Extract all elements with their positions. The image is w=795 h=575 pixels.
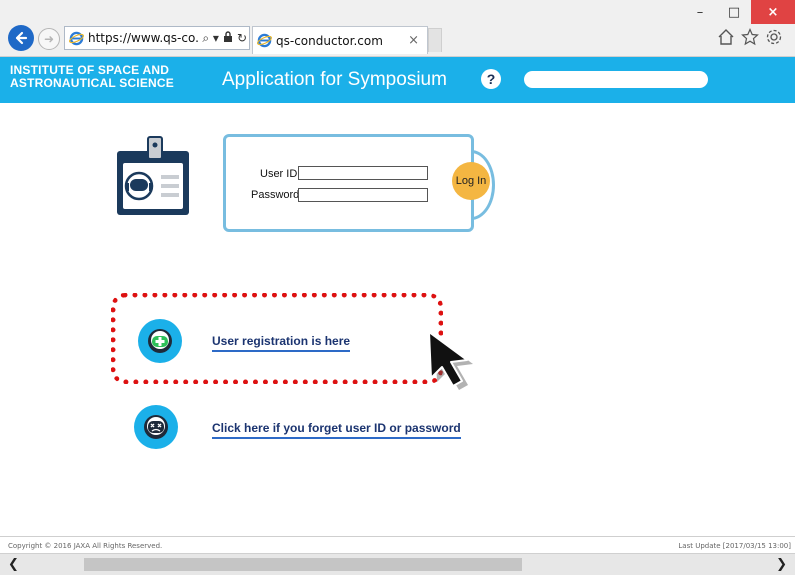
institute-name: INSTITUTE OF SPACE AND ASTRONAUTICAL SCI… bbox=[10, 64, 174, 90]
address-bar[interactable]: https://www.qs-co... ⌕ ▾ ↻ bbox=[64, 26, 250, 50]
address-url[interactable]: https://www.qs-co... bbox=[88, 31, 200, 45]
ie-icon bbox=[257, 33, 272, 48]
password-field[interactable] bbox=[298, 188, 428, 202]
maximize-button[interactable]: □ bbox=[717, 0, 751, 24]
scroll-left-icon[interactable]: ❮ bbox=[8, 557, 19, 572]
scroll-right-icon[interactable]: ❯ bbox=[776, 557, 787, 572]
arrow-right-icon: ➜ bbox=[43, 32, 55, 46]
tab-close-icon[interactable]: × bbox=[408, 33, 419, 48]
browser-toolbar-icons bbox=[717, 28, 783, 46]
lock-icon bbox=[223, 31, 233, 45]
cursor-arrow-icon bbox=[428, 331, 473, 390]
scrollbar-thumb[interactable] bbox=[84, 558, 522, 571]
window-controls: – □ × bbox=[683, 0, 795, 26]
new-tab-button[interactable] bbox=[428, 28, 442, 52]
id-badge-icon bbox=[117, 136, 189, 215]
astronaut-add-icon bbox=[138, 319, 182, 363]
password-label: Password bbox=[251, 189, 300, 201]
star-icon[interactable] bbox=[741, 28, 759, 46]
arrow-left-icon bbox=[15, 31, 28, 45]
institute-line-2: ASTRONAUTICAL SCIENCE bbox=[10, 76, 174, 90]
site-header: INSTITUTE OF SPACE AND ASTRONAUTICAL SCI… bbox=[0, 57, 795, 103]
copyright-text: Copyright © 2016 JAXA All Rights Reserve… bbox=[8, 542, 163, 550]
gear-icon[interactable] bbox=[765, 28, 783, 46]
minimize-button[interactable]: – bbox=[683, 0, 717, 24]
login-button[interactable]: Log In bbox=[452, 162, 490, 200]
close-window-button[interactable]: × bbox=[751, 0, 795, 24]
back-button[interactable] bbox=[8, 25, 34, 51]
browser-chrome: – □ × ➜ https://www.qs-co... ⌕ ▾ ↻ qs-co… bbox=[0, 0, 795, 57]
last-update-text: Last Update [2017/03/15 13:00] bbox=[678, 542, 791, 550]
browser-tab[interactable]: qs-conductor.com × bbox=[252, 26, 428, 54]
user-registration-link[interactable]: User registration is here bbox=[212, 334, 351, 352]
user-id-field[interactable] bbox=[298, 166, 428, 180]
login-card bbox=[223, 134, 474, 232]
refresh-icon[interactable]: ↻ bbox=[237, 31, 247, 45]
forward-button[interactable]: ➜ bbox=[38, 28, 60, 50]
header-search-input[interactable] bbox=[524, 71, 708, 88]
astronaut-sad-icon bbox=[134, 405, 178, 449]
horizontal-scrollbar[interactable]: ❮ ❯ bbox=[0, 553, 795, 575]
user-id-label: User ID bbox=[260, 168, 298, 180]
help-icon[interactable]: ? bbox=[481, 69, 501, 89]
forgot-credentials-link[interactable]: Click here if you forget user ID or pass… bbox=[212, 421, 461, 439]
page-title: Application for Symposium bbox=[222, 69, 447, 90]
tab-title: qs-conductor.com bbox=[276, 33, 383, 48]
home-icon[interactable] bbox=[717, 28, 735, 46]
ie-icon bbox=[69, 31, 84, 45]
search-dropdown-icon[interactable]: ⌕ ▾ bbox=[202, 31, 219, 46]
